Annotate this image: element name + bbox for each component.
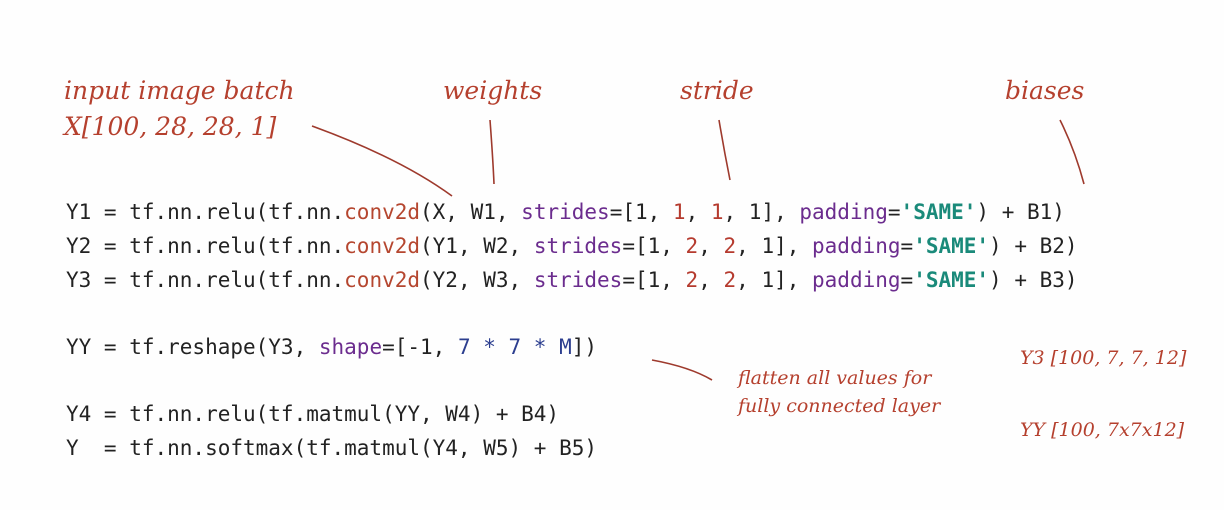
annotation-yy-shape: YY [100, 7x7x12]	[1020, 419, 1185, 441]
annotation-biases: biases	[1005, 76, 1085, 105]
annotation-stride: stride	[680, 76, 754, 105]
annotation-flatten-line1: flatten all values for	[738, 367, 932, 389]
annotation-x-shape: X[100, 28, 28, 1]	[64, 112, 277, 141]
code-line-yy: YY = tf.reshape(Y3, shape=[-1, 7 * 7 * M…	[66, 335, 598, 359]
annotation-flatten-line2: fully connected layer	[738, 395, 941, 417]
code-line-y: Y = tf.nn.softmax(tf.matmul(Y4, W5) + B5…	[66, 436, 598, 460]
connector-flatten	[651, 359, 713, 381]
annotation-input-batch: input image batch	[64, 76, 295, 105]
connector-input	[311, 125, 453, 197]
annotation-weights: weights	[443, 76, 543, 105]
connector-biases	[1059, 119, 1085, 185]
code-line-y2: Y2 = tf.nn.relu(tf.nn.conv2d(Y1, W2, str…	[66, 234, 1078, 258]
code-line-y1: Y1 = tf.nn.relu(tf.nn.conv2d(X, W1, stri…	[66, 200, 1065, 224]
code-line-y3: Y3 = tf.nn.relu(tf.nn.conv2d(Y2, W3, str…	[66, 268, 1078, 292]
connector-stride	[718, 119, 731, 181]
annotation-y3-shape: Y3 [100, 7, 7, 12]	[1020, 347, 1187, 369]
connector-weights	[489, 119, 495, 185]
code-line-y4: Y4 = tf.nn.relu(tf.matmul(YY, W4) + B4)	[66, 402, 560, 426]
